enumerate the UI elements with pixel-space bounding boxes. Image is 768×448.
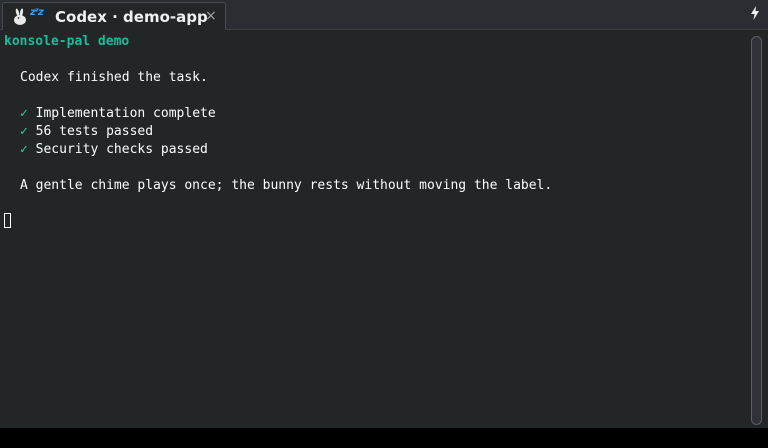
scrollbar-thumb[interactable]	[751, 36, 762, 425]
tab-codex-demo-app[interactable]: zᶻz Codex · demo-app ×	[2, 2, 226, 30]
check-icon: ✓	[20, 106, 28, 121]
terminal-cursor	[4, 213, 11, 228]
check-item: ✓ Security checks passed	[20, 141, 208, 159]
tab-title: Codex · demo-app	[55, 8, 208, 26]
status-message: Codex finished the task.	[20, 70, 208, 85]
check-item: ✓ 56 tests passed	[20, 123, 153, 141]
lightning-icon	[751, 6, 759, 20]
check-item: ✓ Implementation complete	[20, 105, 216, 123]
tab-bar-menu-icon[interactable]	[750, 6, 760, 23]
terminal-header: konsole-pal demo	[4, 34, 130, 49]
tab-bar: zᶻz Codex · demo-app ×	[0, 0, 768, 30]
check-icon: ✓	[20, 124, 28, 139]
check-text: Implementation complete	[35, 106, 216, 121]
check-text: Security checks passed	[35, 142, 208, 157]
vertical-scrollbar[interactable]	[746, 31, 768, 428]
konsole-window: zᶻz Codex · demo-app × konsole-pal demo …	[0, 0, 768, 428]
bunny-icon	[14, 8, 26, 25]
check-icon: ✓	[20, 142, 28, 157]
terminal-output[interactable]: konsole-pal demo Codex finished the task…	[0, 31, 746, 428]
check-text: 56 tests passed	[35, 124, 154, 139]
sleep-badge-icon: zᶻz	[30, 7, 44, 18]
close-tab-icon[interactable]: ×	[205, 8, 217, 24]
footer-message: A gentle chime plays once; the bunny res…	[20, 178, 553, 193]
